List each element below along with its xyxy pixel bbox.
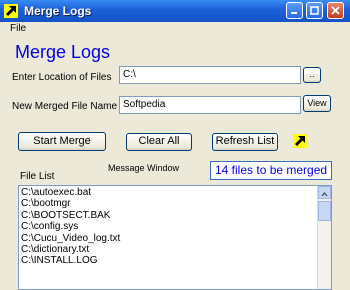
start-merge-button[interactable]: Start Merge bbox=[18, 132, 106, 151]
list-item[interactable]: C:\config.sys bbox=[21, 221, 120, 232]
scroll-up-button[interactable] bbox=[318, 186, 331, 199]
chevron-up-icon bbox=[321, 191, 328, 197]
maximize-button[interactable] bbox=[306, 2, 323, 19]
minimize-button[interactable] bbox=[286, 2, 303, 19]
message-window: 14 files to be merged bbox=[210, 161, 332, 180]
location-input[interactable]: C:\ bbox=[119, 66, 301, 84]
clear-all-button[interactable]: Clear All bbox=[126, 133, 192, 151]
list-item[interactable]: C:\dictionary.txt bbox=[21, 244, 120, 255]
scroll-thumb[interactable] bbox=[318, 201, 331, 221]
list-item[interactable]: C:\Cucu_Video_log.txt bbox=[21, 233, 120, 244]
menu-file[interactable]: File bbox=[10, 23, 26, 34]
list-item[interactable]: C:\autoexec.bat bbox=[21, 187, 120, 198]
title-bar[interactable]: Merge Logs bbox=[0, 0, 350, 22]
maximize-icon bbox=[310, 6, 319, 15]
list-item[interactable]: C:\INSTALL.LOG bbox=[21, 255, 120, 266]
browse-button[interactable]: .. bbox=[303, 67, 321, 83]
file-list-label: File List bbox=[20, 171, 55, 182]
refresh-list-button[interactable]: Refresh List bbox=[212, 133, 278, 151]
merged-file-label: New Merged File Name bbox=[12, 101, 118, 112]
list-item[interactable]: C:\bootmgr bbox=[21, 198, 120, 209]
app-arrow-icon bbox=[4, 4, 18, 18]
file-list-items: C:\autoexec.bat C:\bootmgr C:\BOOTSECT.B… bbox=[21, 187, 120, 267]
view-button[interactable]: View bbox=[303, 95, 331, 112]
file-list[interactable]: C:\autoexec.bat C:\bootmgr C:\BOOTSECT.B… bbox=[18, 185, 332, 290]
message-window-label: Message Window bbox=[108, 163, 180, 173]
location-label: Enter Location of Files bbox=[12, 72, 112, 83]
close-icon bbox=[331, 6, 340, 15]
vertical-scrollbar[interactable] bbox=[317, 186, 331, 289]
minimize-icon bbox=[291, 12, 297, 14]
page-title: Merge Logs bbox=[15, 42, 111, 62]
yellow-arrow-icon bbox=[293, 134, 307, 148]
close-button[interactable] bbox=[327, 2, 344, 19]
menu-bar: File bbox=[0, 22, 350, 36]
list-item[interactable]: C:\BOOTSECT.BAK bbox=[21, 210, 120, 221]
merged-file-input[interactable]: Softpedia bbox=[119, 96, 301, 114]
window-title: Merge Logs bbox=[24, 4, 92, 18]
